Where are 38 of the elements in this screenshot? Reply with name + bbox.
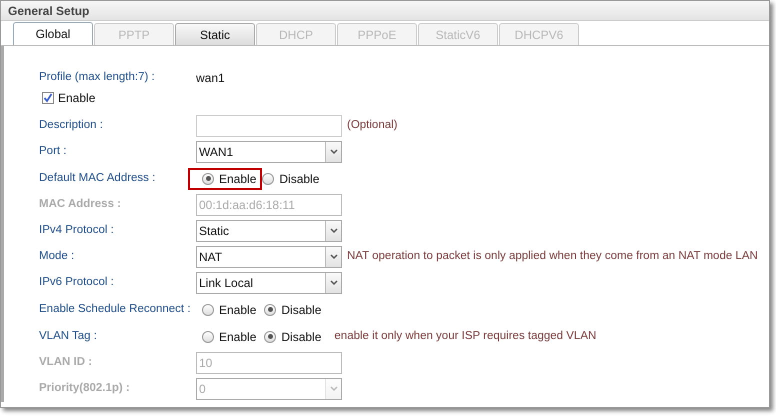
field-label: IPv4 Protocol : xyxy=(39,223,115,238)
field-label: Enable Schedule Reconnect : xyxy=(39,302,192,317)
field-label: Mode : xyxy=(39,249,76,264)
field-label: Profile (max length:7) : xyxy=(39,70,156,85)
text-field[interactable] xyxy=(196,115,342,137)
hint-text: enable it only when your ISP requires tagged VLAN xyxy=(334,328,596,344)
radio-label: Enable xyxy=(219,328,256,346)
radio-label: Disable xyxy=(279,170,320,188)
tab[interactable]: Global xyxy=(13,22,93,45)
field-value: wan1 xyxy=(196,70,225,86)
radio-label: Disable xyxy=(281,302,322,318)
radio-button[interactable] xyxy=(262,172,274,184)
radio-button[interactable] xyxy=(264,330,276,342)
dropdown[interactable]: WAN1 xyxy=(196,141,342,163)
hint-text: (Optional) xyxy=(347,118,398,134)
field-label: MAC Address : xyxy=(39,197,122,212)
field-label: VLAN Tag : xyxy=(39,328,98,344)
checkbox[interactable] xyxy=(42,92,54,104)
tab[interactable]: Static xyxy=(175,23,255,45)
radio-label: Enable xyxy=(219,170,256,188)
dropdown[interactable]: Static xyxy=(196,220,342,242)
field-label: Port : xyxy=(39,144,68,160)
radio-button[interactable] xyxy=(202,304,214,316)
radio-label: Disable xyxy=(281,328,322,346)
dropdown[interactable]: Link Local xyxy=(196,272,342,294)
panel-title: General Setup xyxy=(8,2,90,20)
field-label: Description : xyxy=(39,118,104,134)
hint-text: NAT operation to packet is only applied when they come from an NAT mode LAN xyxy=(347,249,758,264)
dropdown[interactable]: NAT xyxy=(196,246,342,268)
field-label: Priority(802.1p) : xyxy=(39,381,131,396)
field-label: Default MAC Address : xyxy=(39,170,156,186)
field-label: VLAN ID : xyxy=(39,355,94,370)
radio-button[interactable] xyxy=(202,172,214,184)
radio-button[interactable] xyxy=(202,330,214,342)
radio-button[interactable] xyxy=(264,304,276,316)
checkbox-label: Enable xyxy=(58,90,96,106)
radio-label: Enable xyxy=(219,302,256,318)
field-label: IPv6 Protocol : xyxy=(39,275,115,290)
